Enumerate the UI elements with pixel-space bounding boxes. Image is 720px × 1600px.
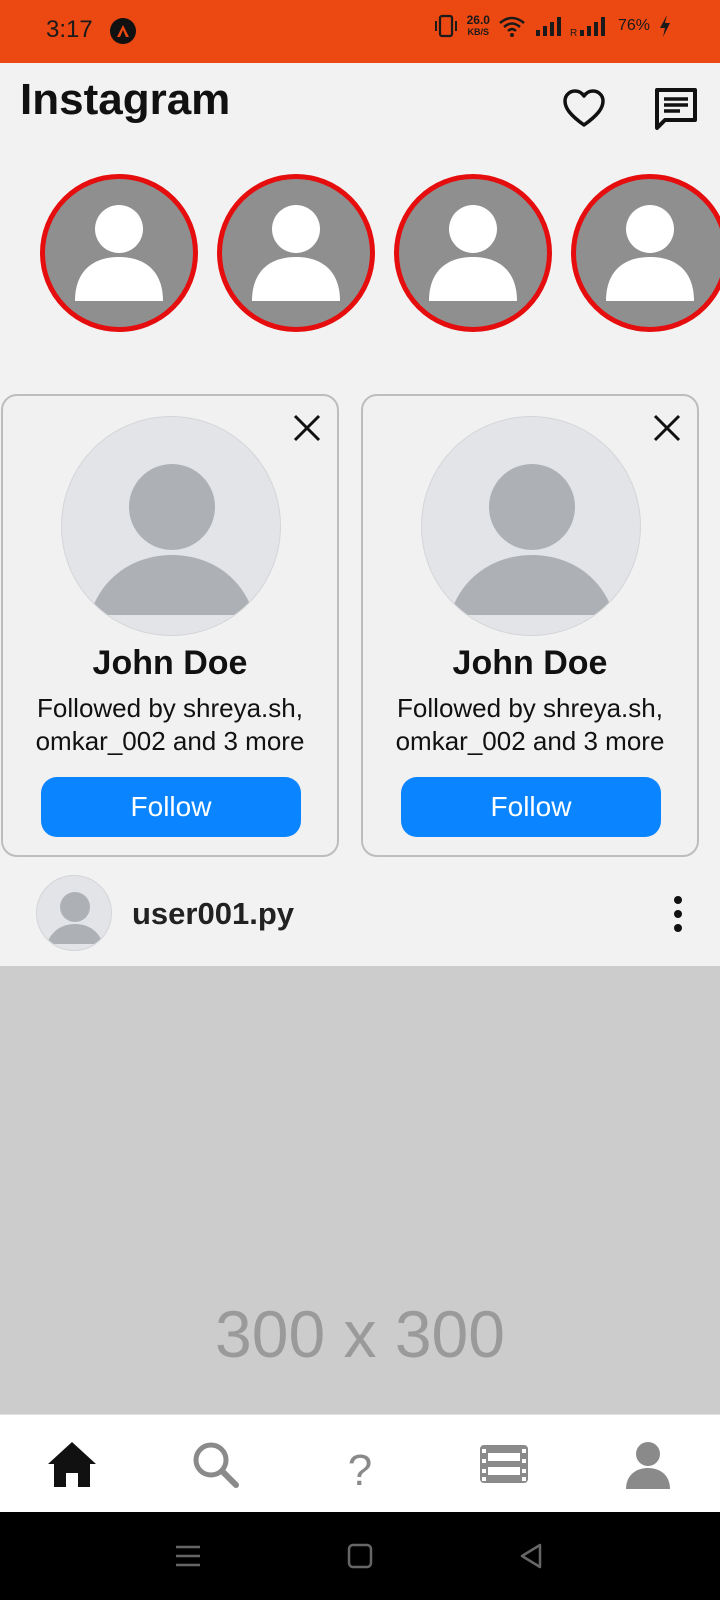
svg-text:R: R bbox=[570, 28, 577, 38]
suggestion-name: John Doe bbox=[92, 644, 248, 682]
avatar bbox=[61, 416, 281, 636]
app-notification-icon bbox=[110, 18, 136, 44]
person-icon bbox=[429, 205, 517, 301]
suggestion-mutuals: Followed by shreya.sh, omkar_002 and 3 m… bbox=[363, 692, 697, 758]
mutuals-line: Followed by shreya.sh, bbox=[397, 693, 663, 723]
vibrate-icon bbox=[434, 14, 457, 38]
follow-button[interactable]: Follow bbox=[41, 777, 301, 837]
status-bar: 3:17 26.0 KB/S R 76% bbox=[0, 0, 720, 63]
messages-icon[interactable] bbox=[652, 85, 700, 133]
system-nav-bar bbox=[0, 1512, 720, 1600]
home-icon[interactable] bbox=[44, 1437, 100, 1493]
battery-level: 76% bbox=[617, 17, 650, 34]
mutuals-line: omkar_002 and 3 more bbox=[395, 726, 665, 756]
recents-icon[interactable] bbox=[172, 1540, 204, 1572]
person-icon bbox=[75, 205, 163, 301]
app-title: Instagram bbox=[20, 75, 231, 124]
mutuals-line: Followed by shreya.sh, bbox=[37, 693, 303, 723]
network-speed: 26.0 KB/S bbox=[467, 14, 490, 38]
story-avatar[interactable] bbox=[394, 174, 552, 332]
home-button-icon[interactable] bbox=[344, 1540, 376, 1572]
search-icon[interactable] bbox=[188, 1437, 244, 1493]
suggestion-card[interactable]: John Doe Followed by shreya.sh, omkar_00… bbox=[1, 394, 339, 857]
person-icon bbox=[90, 464, 254, 615]
post-header: user001.py bbox=[0, 872, 720, 962]
bottom-nav: ? bbox=[0, 1414, 720, 1512]
profile-icon[interactable] bbox=[620, 1437, 676, 1493]
signal-icon bbox=[535, 17, 561, 36]
post-username[interactable]: user001.py bbox=[132, 896, 294, 932]
close-icon[interactable] bbox=[291, 412, 323, 444]
avatar bbox=[421, 416, 641, 636]
status-time: 3:17 bbox=[46, 16, 93, 43]
more-options-icon[interactable] bbox=[670, 894, 686, 934]
person-icon bbox=[252, 205, 340, 301]
person-icon bbox=[47, 892, 103, 944]
close-icon[interactable] bbox=[651, 412, 683, 444]
mutuals-line: omkar_002 and 3 more bbox=[35, 726, 305, 756]
person-icon bbox=[606, 205, 694, 301]
charging-icon bbox=[660, 15, 670, 37]
suggestion-mutuals: Followed by shreya.sh, omkar_002 and 3 m… bbox=[3, 692, 337, 758]
stories-row[interactable] bbox=[0, 170, 720, 335]
help-icon[interactable]: ? bbox=[332, 1443, 388, 1499]
signal-roaming-icon: R bbox=[570, 17, 605, 38]
post-image[interactable]: 300 x 300 bbox=[0, 966, 720, 1414]
app-header: Instagram bbox=[0, 63, 720, 153]
post-avatar[interactable] bbox=[36, 875, 112, 951]
image-placeholder-text: 300 x 300 bbox=[215, 1297, 505, 1371]
suggestion-name: John Doe bbox=[452, 644, 608, 682]
story-avatar[interactable] bbox=[217, 174, 375, 332]
network-speed-value: 26.0 bbox=[466, 13, 490, 27]
story-avatar[interactable] bbox=[571, 174, 720, 332]
wifi-icon bbox=[499, 16, 525, 37]
heart-icon[interactable] bbox=[560, 85, 608, 133]
network-speed-unit: KB/S bbox=[467, 27, 490, 37]
person-icon bbox=[450, 464, 614, 615]
suggestion-card[interactable]: John Doe Followed by shreya.sh, omkar_00… bbox=[361, 394, 699, 857]
back-icon[interactable] bbox=[516, 1540, 548, 1572]
reels-icon[interactable] bbox=[476, 1437, 532, 1493]
follow-button[interactable]: Follow bbox=[401, 777, 661, 837]
story-avatar[interactable] bbox=[40, 174, 198, 332]
